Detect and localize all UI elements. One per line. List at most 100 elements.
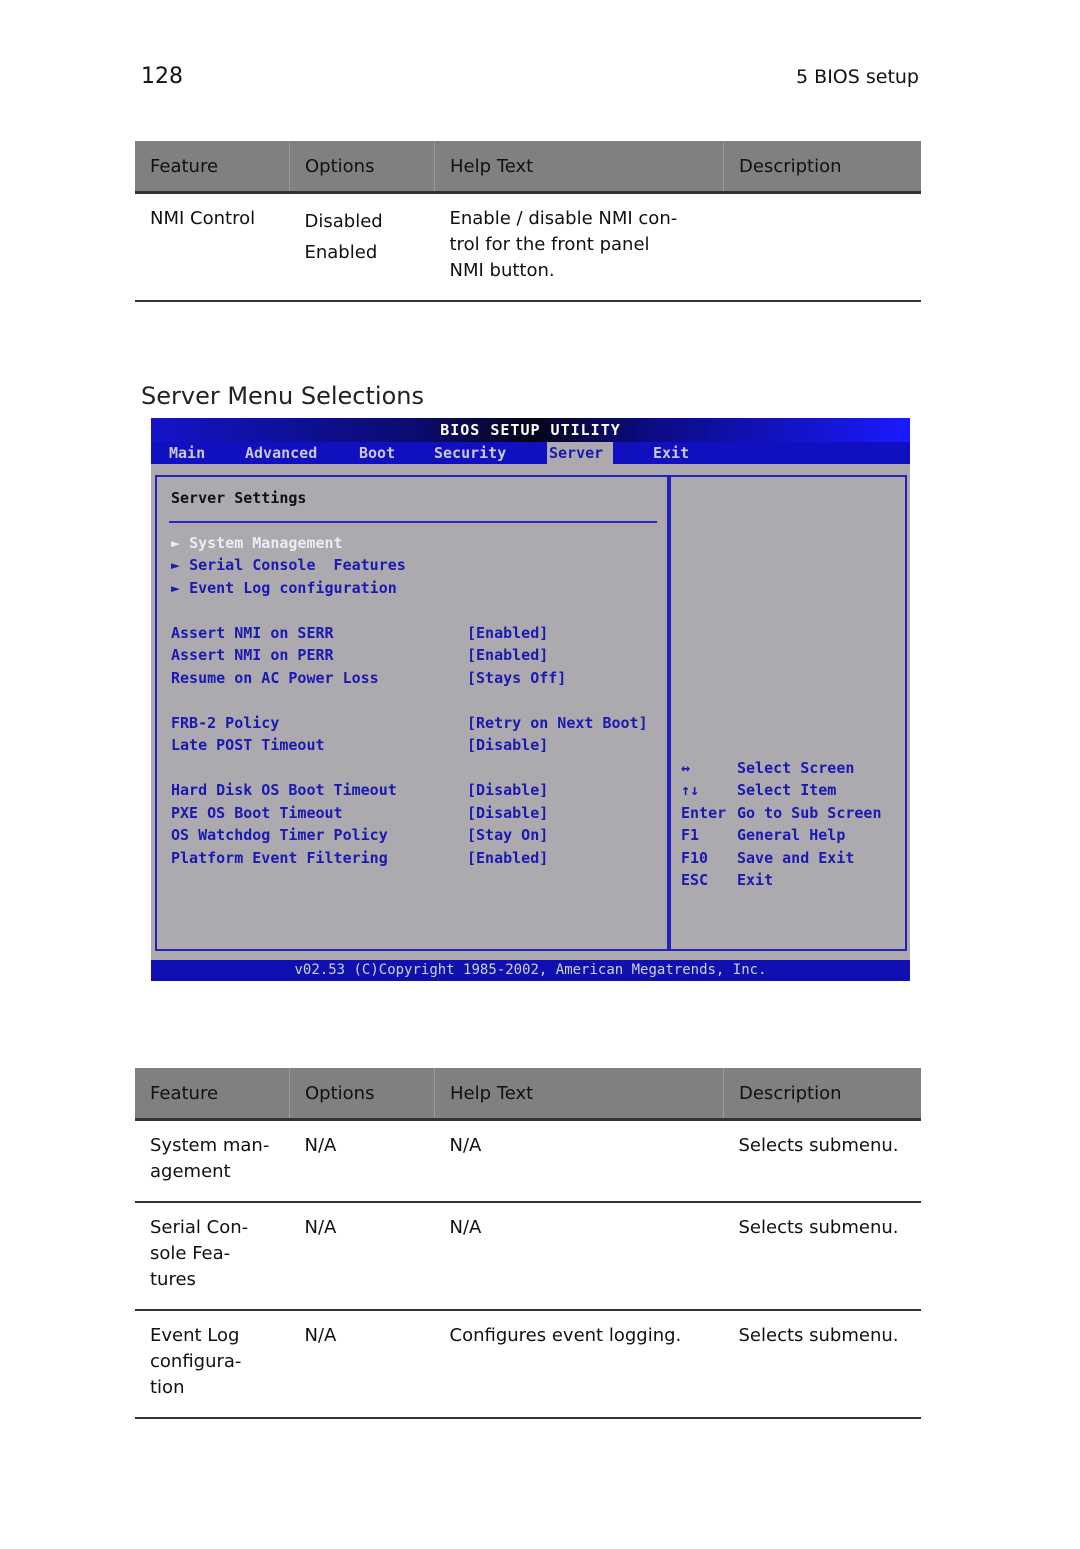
bios-menu-boot[interactable]: Boot [357,442,397,464]
submenu-serial-console[interactable]: ► Serial Console Features [171,556,406,574]
bios-menu-advanced[interactable]: Advanced [243,442,319,464]
feature-line: agement [150,1161,231,1182]
nmi-options-table: Feature Options Help Text Description NM… [135,141,921,302]
setting-value[interactable]: [Enabled] [467,646,548,664]
column-header-feature: Feature [135,1068,290,1121]
feature-line: sole Fea- [150,1243,231,1264]
key-description: Select Item [737,781,837,799]
description-cell [723,192,921,302]
setting-label[interactable]: Hard Disk OS Boot Timeout [171,781,397,799]
key-f10: F10 [681,849,709,867]
feature-line: configura- [150,1351,242,1372]
key-description: Save and Exit [737,849,855,867]
setting-value[interactable]: [Enabled] [467,624,548,642]
setting-label[interactable]: Late POST Timeout [171,736,325,754]
description-cell: Selects submenu. [723,1119,921,1203]
help-cell: N/A [434,1202,724,1311]
key-f1: F1 [681,826,700,844]
table-header-row: Feature Options Help Text Description [135,1068,921,1121]
server-menu-table: Feature Options Help Text Description Sy… [135,1068,921,1419]
table-row: Serial Con- sole Fea- tures N/A N/A Sele… [135,1202,921,1311]
setting-label[interactable]: OS Watchdog Timer Policy [171,826,388,844]
submenu-arrow-icon: ► [171,579,190,597]
column-header-feature: Feature [135,141,290,194]
options-cell: N/A [289,1119,435,1203]
setting-value[interactable]: [Enabled] [467,849,548,867]
bios-menubar: Main Advanced Boot Security Server Exit [151,442,910,464]
submenu-label: System Management [189,534,343,552]
column-header-help: Help Text [434,1068,724,1121]
bios-settings-panel: Server Settings ► System Management ► Se… [155,475,671,951]
options-cell: N/A [289,1202,435,1311]
description-cell: Selects submenu. [723,1310,921,1419]
feature-line: Event Log [150,1325,240,1346]
feature-cell: Event Log configura- tion [135,1310,290,1419]
setting-label[interactable]: Assert NMI on SERR [171,624,334,642]
submenu-label: Serial Console Features [189,556,406,574]
setting-label[interactable]: Assert NMI on PERR [171,646,334,664]
page-number: 128 [141,64,183,89]
submenu-label: Event Log configuration [189,579,397,597]
help-line: Enable / disable NMI con- [449,208,678,229]
submenu-event-log[interactable]: ► Event Log configuration [171,579,397,597]
key-description: General Help [737,826,846,844]
setting-value[interactable]: [Disable] [467,781,548,799]
bios-settings-heading: Server Settings [171,489,307,507]
key-description: Go to Sub Screen [737,804,882,822]
bios-menu-security[interactable]: Security [432,442,508,464]
setting-label[interactable]: Platform Event Filtering [171,849,388,867]
bios-copyright-footer: v02.53 (C)Copyright 1985-2002, American … [151,960,910,981]
option-value: Enabled [304,242,378,263]
bios-title: BIOS SETUP UTILITY [151,418,910,442]
column-header-help: Help Text [434,141,724,194]
bios-menu-server[interactable]: Server [547,442,614,464]
options-cell: Disabled Enabled [289,192,435,302]
submenu-arrow-icon: ► [171,534,190,552]
setting-value[interactable]: [Stay On] [467,826,548,844]
section-title: Server Menu Selections [141,382,424,410]
key-description: Select Screen [737,759,855,777]
key-arrows-lr-icon: ↔ [681,759,691,777]
setting-value[interactable]: [Retry on Next Boot] [467,714,648,732]
setting-value[interactable]: [Disable] [467,736,548,754]
submenu-system-management[interactable]: ► System Management [171,534,343,552]
key-arrows-ud-icon: ↑↓ [681,781,700,799]
column-header-options: Options [289,141,435,194]
setting-value[interactable]: [Disable] [467,804,548,822]
feature-line: tion [150,1377,185,1398]
option-value: Disabled [304,211,383,232]
feature-line: System man- [150,1135,270,1156]
setting-label[interactable]: PXE OS Boot Timeout [171,804,343,822]
divider [169,521,657,523]
table-row: System man- agement N/A N/A Selects subm… [135,1119,921,1203]
submenu-arrow-icon: ► [171,556,190,574]
feature-cell: Serial Con- sole Fea- tures [135,1202,290,1311]
options-cell: N/A [289,1310,435,1419]
chapter-title: 5 BIOS setup [796,66,919,88]
column-header-options: Options [289,1068,435,1121]
table-row: NMI Control Disabled Enabled Enable / di… [135,192,921,302]
setting-value[interactable]: [Stays Off] [467,669,566,687]
key-description: Exit [737,871,774,889]
help-cell: N/A [434,1119,724,1203]
help-cell: Enable / disable NMI con- trol for the f… [434,192,724,302]
setting-label[interactable]: Resume on AC Power Loss [171,669,379,687]
column-header-description: Description [723,1068,921,1121]
bios-screenshot: BIOS SETUP UTILITY Main Advanced Boot Se… [151,418,910,981]
bios-menu-main[interactable]: Main [167,442,207,464]
column-header-description: Description [723,141,921,194]
help-line: trol for the front panel [449,234,650,255]
feature-line: tures [150,1269,196,1290]
help-line: NMI button. [449,260,555,281]
key-esc: ESC [681,871,709,889]
table-header-row: Feature Options Help Text Description [135,141,921,194]
setting-label[interactable]: FRB-2 Policy [171,714,279,732]
description-cell: Selects submenu. [723,1202,921,1311]
bios-help-panel: ↔ Select Screen ↑↓ Select Item Enter Go … [667,475,907,951]
feature-cell: NMI Control [135,192,290,302]
bios-menu-exit[interactable]: Exit [651,442,691,464]
key-enter: Enter [681,804,727,822]
feature-cell: System man- agement [135,1119,290,1203]
help-cell: Configures event logging. [434,1310,724,1419]
table-row: Event Log configura- tion N/A Configures… [135,1310,921,1419]
